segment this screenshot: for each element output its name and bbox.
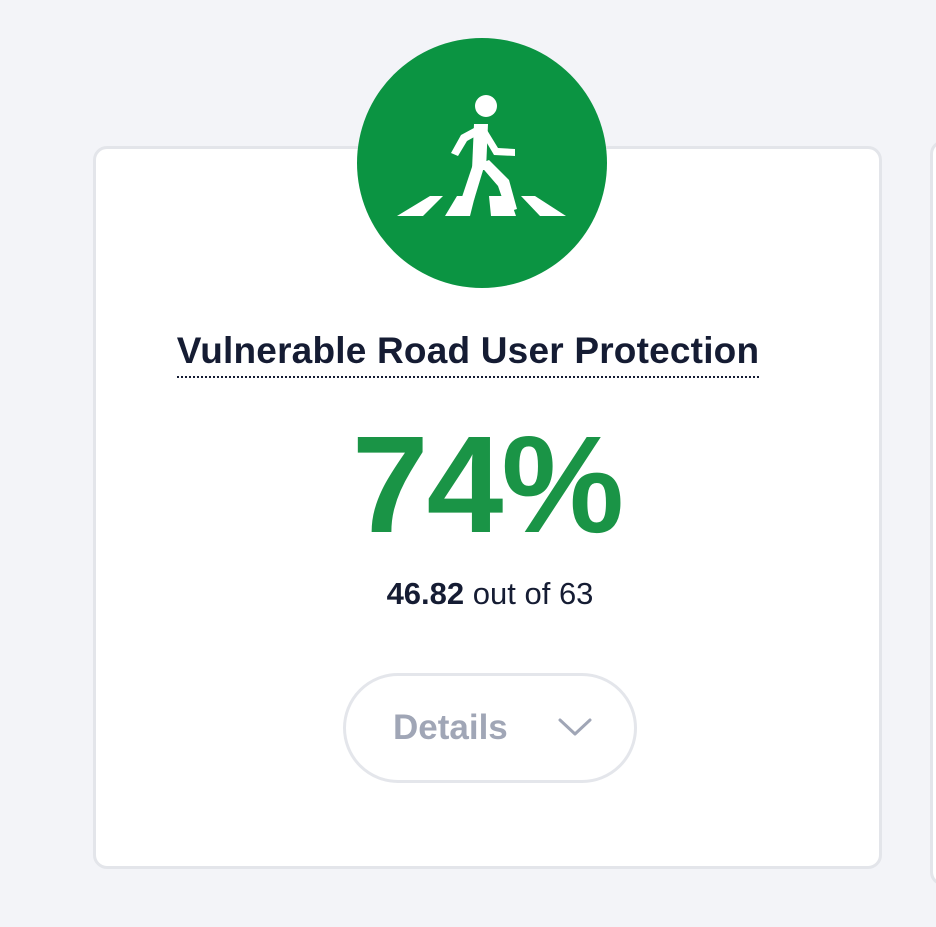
pedestrian-crossing-icon bbox=[397, 95, 566, 216]
category-title-wrapper: Vulnerable Road User Protection bbox=[0, 330, 936, 378]
details-button[interactable]: Details bbox=[343, 673, 637, 783]
details-button-label: Details bbox=[393, 708, 508, 747]
chevron-down-icon bbox=[558, 718, 592, 736]
score-max: out of 63 bbox=[472, 576, 594, 611]
category-title[interactable]: Vulnerable Road User Protection bbox=[176, 330, 760, 378]
score-percent: 74% bbox=[351, 408, 624, 562]
score-value: 46.82 bbox=[386, 576, 465, 611]
category-icon-badge bbox=[357, 38, 607, 288]
score-detail: 46.82 out of 63 bbox=[0, 576, 936, 612]
